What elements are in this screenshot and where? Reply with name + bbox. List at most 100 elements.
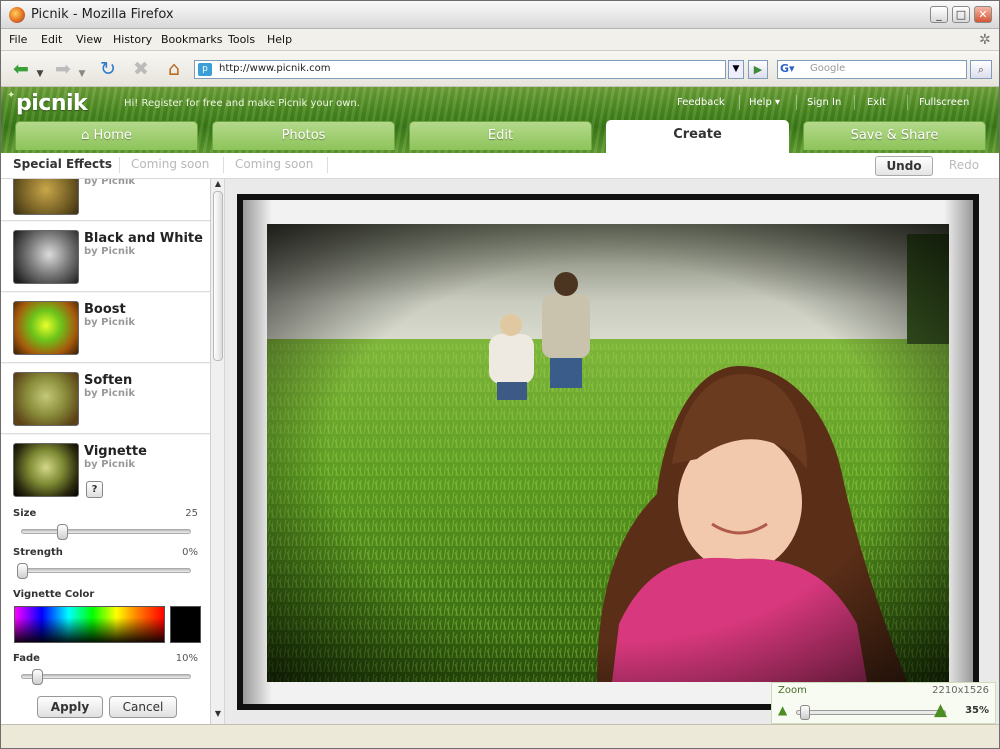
forward-arrow-icon[interactable]: ➡ <box>51 58 75 80</box>
effect-thumbnail <box>13 301 79 355</box>
exit-link[interactable]: Exit <box>867 97 886 108</box>
search-input[interactable]: G▾ Google <box>777 60 967 79</box>
photo-image <box>267 224 949 682</box>
fullscreen-link[interactable]: Fullscreen <box>919 97 969 108</box>
firefox-logo-icon <box>9 7 25 23</box>
strength-label: Strength <box>13 547 63 558</box>
photo-mat <box>243 200 973 704</box>
back-dropdown-icon[interactable]: ▼ <box>35 63 45 85</box>
stop-icon[interactable]: ✖ <box>129 58 153 80</box>
scroll-up-arrow-icon[interactable]: ▲ <box>211 179 225 191</box>
sign-in-link[interactable]: Sign In <box>807 97 841 108</box>
menu-help[interactable]: Help <box>267 33 292 46</box>
subtab-coming-soon-1: Coming soon <box>131 157 210 171</box>
back-arrow-icon[interactable]: ⬅ <box>9 58 33 80</box>
feedback-link[interactable]: Feedback <box>677 97 725 108</box>
effect-name: Soften <box>84 373 133 388</box>
effect-item-black-and-white[interactable]: Black and White by Picnik <box>1 222 210 292</box>
size-slider-handle[interactable] <box>57 524 68 540</box>
effect-thumbnail <box>13 179 79 215</box>
link-divider <box>739 95 740 110</box>
apply-button[interactable]: Apply <box>37 696 103 718</box>
link-divider <box>854 95 855 110</box>
zoom-label: Zoom <box>778 685 807 696</box>
close-window-button[interactable]: ✕ <box>974 6 992 23</box>
effect-name: Boost <box>84 302 126 317</box>
browser-window: Picnik - Mozilla Firefox _ □ ✕ File Edit… <box>0 0 1000 749</box>
fade-slider[interactable] <box>21 669 191 685</box>
url-text[interactable]: http://www.picnik.com <box>219 63 331 74</box>
size-slider[interactable] <box>21 524 191 540</box>
title-bar: Picnik - Mozilla Firefox _ □ ✕ <box>1 1 999 29</box>
subtab-divider <box>119 157 120 173</box>
scrollbar-thumb[interactable] <box>213 191 223 361</box>
zoom-slider-handle[interactable] <box>800 705 810 720</box>
selected-color-swatch[interactable] <box>170 606 201 643</box>
menu-tools[interactable]: Tools <box>228 33 255 46</box>
create-subtoolbar: Special Effects Coming soon Coming soon … <box>1 153 999 179</box>
strength-slider-handle[interactable] <box>17 563 28 579</box>
fade-label: Fade <box>13 653 40 664</box>
size-value: 25 <box>185 508 198 519</box>
effect-name: Black and White <box>84 231 203 246</box>
subtab-special-effects[interactable]: Special Effects <box>13 157 112 171</box>
search-magnifier-icon[interactable]: ⌕ <box>970 60 992 79</box>
effect-author: by Picnik <box>84 179 136 187</box>
menu-history[interactable]: History <box>113 33 152 46</box>
menu-edit[interactable]: Edit <box>41 33 62 46</box>
menu-bookmarks[interactable]: Bookmarks <box>161 33 222 46</box>
tab-edit[interactable]: Edit <box>409 121 592 150</box>
picnik-logo[interactable]: picnik <box>16 91 88 116</box>
url-history-dropdown-icon[interactable]: ▼ <box>728 60 744 79</box>
reload-icon[interactable]: ↻ <box>96 58 120 80</box>
activity-throbber-icon: ✲ <box>979 32 991 48</box>
cancel-button[interactable]: Cancel <box>109 696 177 718</box>
help-link[interactable]: Help ▾ <box>749 97 780 108</box>
effect-author: by Picnik <box>84 459 136 470</box>
effects-panel: by Picnik Black and White by Picnik Boos… <box>1 179 211 724</box>
zoom-panel: Zoom 2210x1526 ▲ ▲ 35% <box>771 682 996 724</box>
size-label: Size <box>13 508 37 519</box>
redo-button[interactable]: Redo <box>939 156 989 176</box>
undo-button[interactable]: Undo <box>875 156 933 176</box>
go-arrow-icon[interactable]: ▶ <box>748 60 768 79</box>
zoom-in-mountain-icon[interactable]: ▲ <box>934 700 947 720</box>
effect-item-boost[interactable]: Boost by Picnik <box>1 293 210 363</box>
zoom-percent: 35% <box>965 705 989 716</box>
fade-slider-handle[interactable] <box>32 669 43 685</box>
register-banner[interactable]: Hi! Register for free and make Picnik yo… <box>124 98 360 109</box>
forward-dropdown-icon[interactable]: ▼ <box>77 63 87 85</box>
status-bar <box>1 724 999 748</box>
home-icon[interactable]: ⌂ <box>162 58 186 80</box>
strength-slider[interactable] <box>17 563 191 579</box>
maximize-button[interactable]: □ <box>952 6 970 23</box>
tab-photos[interactable]: Photos <box>212 121 395 150</box>
effects-scrollbar[interactable]: ▲ ▼ <box>211 179 225 724</box>
scroll-down-arrow-icon[interactable]: ▼ <box>211 709 225 721</box>
photo-canvas <box>225 179 999 724</box>
subtab-coming-soon-2: Coming soon <box>235 157 314 171</box>
minimize-button[interactable]: _ <box>930 6 948 23</box>
fade-value: 10% <box>175 653 198 664</box>
color-spectrum-picker[interactable] <box>14 606 165 643</box>
menu-bar: File Edit View History Bookmarks Tools H… <box>1 29 999 51</box>
link-divider <box>796 95 797 110</box>
google-engine-icon[interactable]: G▾ <box>780 62 804 77</box>
menu-file[interactable]: File <box>9 33 27 46</box>
address-bar[interactable]: p http://www.picnik.com <box>194 60 726 79</box>
tab-create[interactable]: Create <box>606 120 789 153</box>
zoom-slider[interactable] <box>796 705 946 720</box>
zoom-out-mountain-icon[interactable]: ▲ <box>778 703 787 717</box>
help-icon[interactable]: ? <box>86 481 103 498</box>
edited-photo[interactable] <box>267 224 949 682</box>
logo-sparkle-icon: ✦ <box>7 90 16 101</box>
effect-author: by Picnik <box>84 246 136 257</box>
menu-view[interactable]: View <box>76 33 102 46</box>
tab-save-share[interactable]: Save & Share <box>803 121 986 150</box>
vignette-color-label: Vignette Color <box>13 589 95 600</box>
tab-home[interactable]: ⌂ Home <box>15 121 198 150</box>
effect-item-soften[interactable]: Soften by Picnik <box>1 364 210 434</box>
effect-item[interactable]: by Picnik <box>1 179 210 221</box>
window-title: Picnik - Mozilla Firefox <box>31 7 174 22</box>
subtab-divider <box>327 157 328 173</box>
